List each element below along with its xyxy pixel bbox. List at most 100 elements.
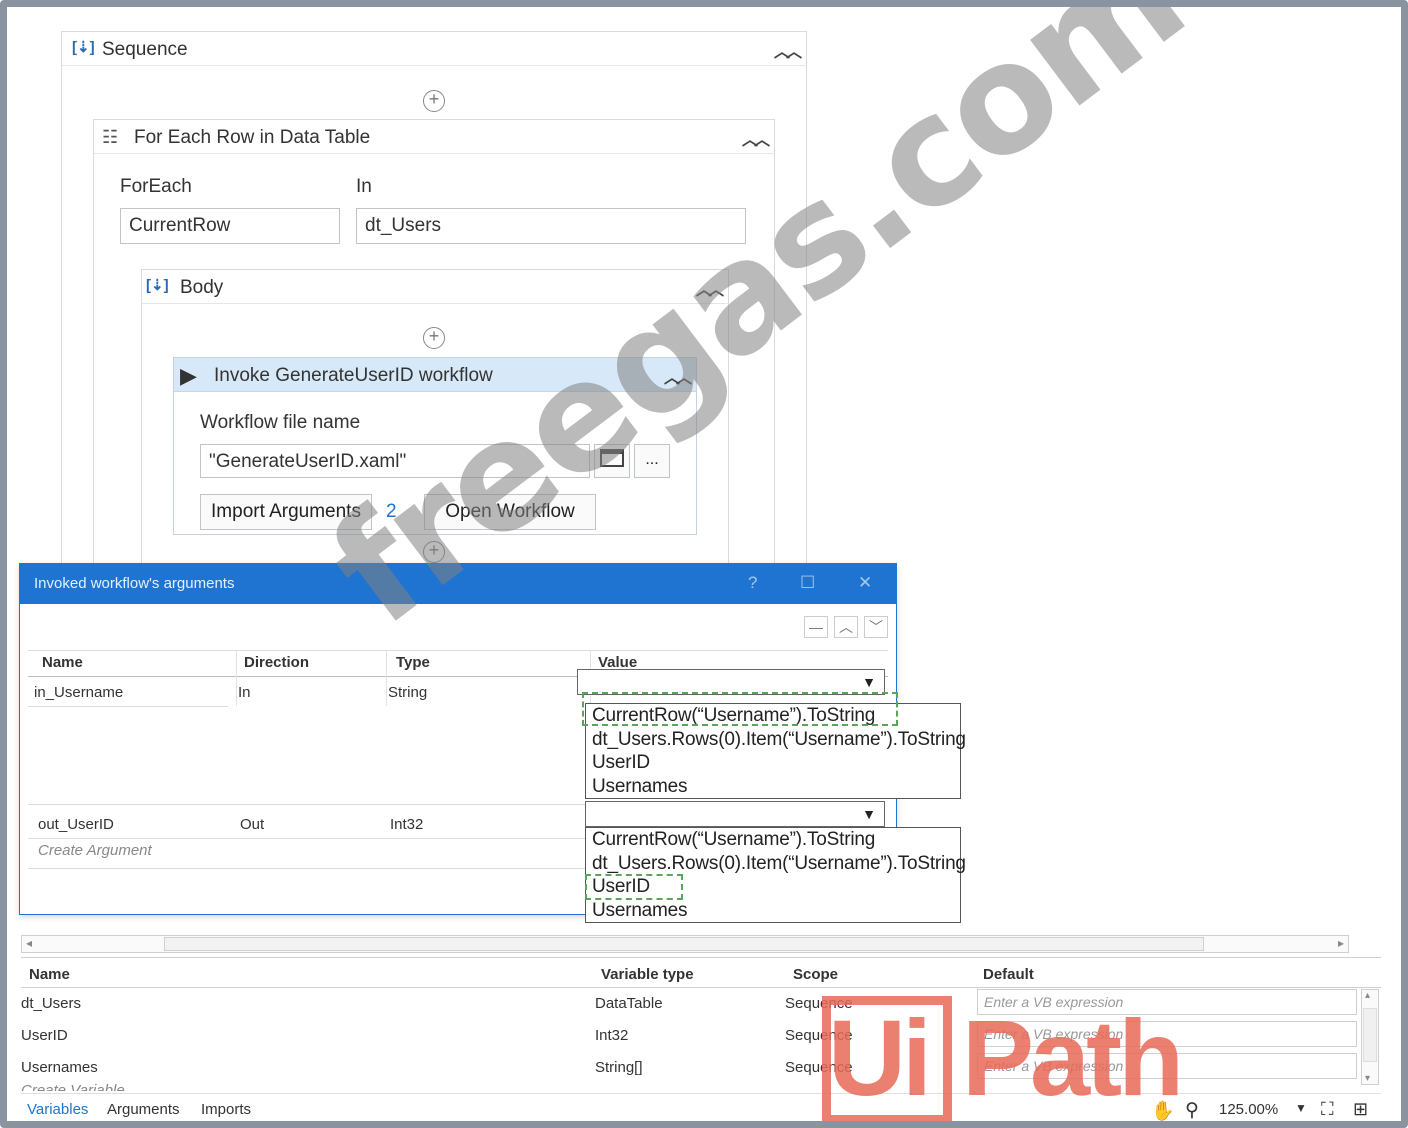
argument-type[interactable]: String <box>388 684 427 701</box>
col-type-header[interactable]: Type <box>396 654 430 671</box>
variable-default-input[interactable]: Enter a VB expression <box>977 1021 1357 1047</box>
scroll-up-icon[interactable]: ▴ <box>1365 990 1370 1001</box>
remove-argument-button[interactable]: — <box>804 616 828 638</box>
value-options-dropdown-1[interactable]: CurrentRow(“Username”).ToString dt_Users… <box>585 703 966 799</box>
vertical-scrollbar[interactable]: ▴ ▾ <box>1361 989 1379 1085</box>
option-dt-users-rows[interactable]: dt_Users.Rows(0).Item(“Username”).ToStri… <box>586 852 966 876</box>
variable-default-input[interactable]: Enter a VB expression <box>977 1053 1357 1079</box>
option-userid[interactable]: UserID <box>586 751 960 775</box>
collapse-for-each-icon[interactable]: ︿︿ <box>742 126 770 150</box>
open-workflow-button[interactable]: Open Workflow <box>424 494 596 530</box>
variable-name[interactable]: dt_Users <box>21 995 81 1012</box>
invoke-header[interactable]: ▶ Invoke GenerateUserID workflow ︿︿ <box>174 358 696 392</box>
grid-top-line <box>28 650 888 651</box>
arguments-count-badge: 2 <box>386 501 397 522</box>
designer-canvas: [⇣] Sequence ︿︿ + ☷ For Each Row in Data… <box>7 7 1401 1123</box>
var-col-name[interactable]: Name <box>29 966 70 983</box>
col-name-header[interactable]: Name <box>42 654 83 671</box>
row-line <box>28 804 588 805</box>
search-zoom-icon[interactable]: ⚲ <box>1185 1099 1199 1122</box>
body-header[interactable]: [⇣] Body ︿︿ <box>142 270 728 304</box>
dialog-title-bar[interactable]: Invoked workflow's arguments ? ☐ ✕ <box>20 564 896 604</box>
for-each-title: For Each Row in Data Table <box>134 127 371 148</box>
zoom-dropdown-icon[interactable]: ▼ <box>1295 1101 1307 1115</box>
in-datatable-field[interactable]: dt_Users <box>356 208 746 244</box>
collapse-sequence-icon[interactable]: ︿︿ <box>774 38 802 62</box>
row-line <box>28 868 588 869</box>
scroll-left-icon[interactable]: ◂ <box>26 936 32 950</box>
workflow-file-field[interactable]: "GenerateUserID.xaml" <box>200 444 590 478</box>
folder-icon <box>600 449 624 467</box>
col-divider-1 <box>236 650 237 706</box>
maximize-button[interactable]: ☐ <box>800 573 815 593</box>
option-usernames[interactable]: Usernames <box>586 899 960 923</box>
dialog-title: Invoked workflow's arguments <box>34 575 235 592</box>
value-combo-in-username[interactable]: ▼ <box>577 669 885 695</box>
workflow-file-label: Workflow file name <box>200 412 361 433</box>
var-col-default[interactable]: Default <box>983 966 1034 983</box>
add-activity-button[interactable]: + <box>423 90 445 112</box>
argument-direction[interactable]: Out <box>240 816 264 833</box>
variable-scope[interactable]: Sequence <box>785 1059 853 1076</box>
overview-icon[interactable]: ⊞ <box>1353 1099 1368 1120</box>
option-usernames[interactable]: Usernames <box>586 775 960 799</box>
help-button[interactable]: ? <box>748 573 757 593</box>
option-dt-users-rows[interactable]: dt_Users.Rows(0).Item(“Username”).ToStri… <box>586 728 966 752</box>
move-up-button[interactable]: ︿ <box>834 616 858 638</box>
argument-direction[interactable]: In <box>238 684 251 701</box>
var-col-scope[interactable]: Scope <box>793 966 838 983</box>
create-argument-link[interactable]: Create Argument <box>38 842 152 859</box>
datatable-icon: ☷ <box>102 127 119 147</box>
collapse-invoke-icon[interactable]: ︿︿ <box>664 364 692 388</box>
variable-type[interactable]: Int32 <box>595 1027 628 1044</box>
tab-arguments[interactable]: Arguments <box>107 1101 180 1118</box>
hand-pan-icon[interactable]: ✋ <box>1151 1099 1175 1123</box>
create-variable-link[interactable]: Create Variable <box>21 1083 125 1091</box>
body-title: Body <box>180 277 224 298</box>
row-line <box>28 838 588 839</box>
play-icon: ▶ <box>180 363 197 388</box>
scroll-right-icon[interactable]: ▸ <box>1338 936 1344 950</box>
foreach-item-field[interactable]: CurrentRow <box>120 208 340 244</box>
option-currentrow[interactable]: CurrentRow(“Username”).ToString <box>586 704 960 728</box>
scrollbar-thumb[interactable] <box>164 937 1204 951</box>
horizontal-scrollbar[interactable]: ◂ ▸ <box>21 935 1349 953</box>
fit-to-screen-icon[interactable]: ⛶ <box>1321 1099 1334 1120</box>
option-currentrow[interactable]: CurrentRow(“Username”).ToString <box>586 828 960 852</box>
col-direction-header[interactable]: Direction <box>244 654 309 671</box>
move-down-button[interactable]: ﹀ <box>864 616 888 638</box>
tab-imports[interactable]: Imports <box>201 1101 251 1118</box>
for-each-header[interactable]: ☷ For Each Row in Data Table ︿︿ <box>94 120 774 154</box>
value-options-dropdown-2[interactable]: CurrentRow(“Username”).ToString dt_Users… <box>585 827 966 923</box>
sequence-header[interactable]: [⇣] Sequence ︿︿ <box>62 32 806 66</box>
invoke-title: Invoke GenerateUserID workflow <box>214 365 493 386</box>
value-combo-out-userid[interactable]: ▼ <box>585 801 885 827</box>
zoom-level[interactable]: 125.00% <box>1219 1101 1278 1118</box>
variable-name[interactable]: UserID <box>21 1027 68 1044</box>
foreach-label: ForEach <box>120 176 192 197</box>
add-activity-after-invoke-button[interactable]: + <box>423 541 445 563</box>
close-button[interactable]: ✕ <box>858 573 872 593</box>
invoke-workflow-activity[interactable]: ▶ Invoke GenerateUserID workflow ︿︿ Work… <box>173 357 697 535</box>
argument-type[interactable]: Int32 <box>390 816 423 833</box>
vertical-scrollbar-thumb[interactable] <box>1363 1008 1377 1062</box>
browse-folder-button[interactable] <box>594 444 630 478</box>
import-arguments-button[interactable]: Import Arguments <box>200 494 372 530</box>
variable-type[interactable]: DataTable <box>595 995 663 1012</box>
option-userid[interactable]: UserID <box>586 875 960 899</box>
variable-name[interactable]: Usernames <box>21 1059 98 1076</box>
variable-type[interactable]: String[] <box>595 1059 643 1076</box>
in-label: In <box>356 176 372 197</box>
add-activity-body-button[interactable]: + <box>423 327 445 349</box>
chevron-down-icon[interactable]: ▼ <box>862 674 876 690</box>
chevron-down-icon[interactable]: ▼ <box>862 806 876 822</box>
collapse-body-icon[interactable]: ︿︿ <box>696 276 724 300</box>
variable-default-input[interactable]: Enter a VB expression <box>977 989 1357 1015</box>
more-options-button[interactable]: ... <box>634 444 670 478</box>
tab-variables[interactable]: Variables <box>27 1101 88 1118</box>
scroll-down-icon[interactable]: ▾ <box>1365 1073 1370 1084</box>
variable-scope[interactable]: Sequence <box>785 1027 853 1044</box>
variable-scope[interactable]: Sequence <box>785 995 853 1012</box>
argument-name: out_UserID <box>38 816 114 833</box>
var-col-type[interactable]: Variable type <box>601 966 694 983</box>
